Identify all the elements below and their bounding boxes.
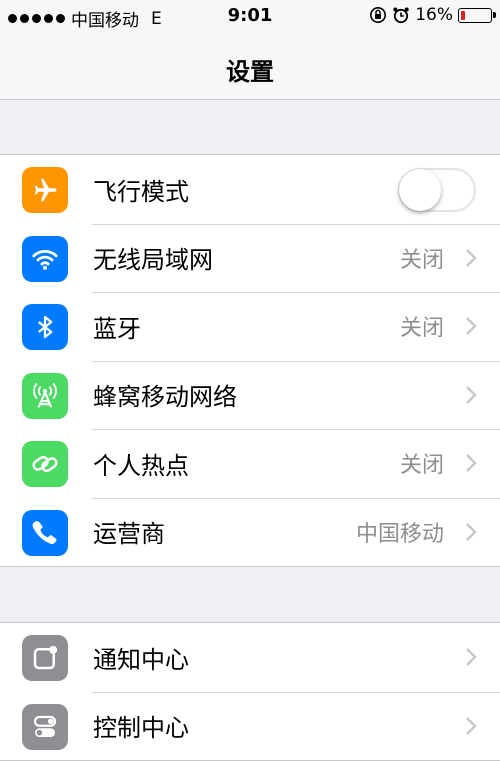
carrier-value: 中国移动	[355, 521, 444, 547]
carrier-label: 运营商	[93, 520, 165, 549]
wifi-status: 关闭	[399, 247, 444, 273]
toggle-knob	[399, 169, 441, 211]
alarm-clock-icon	[393, 7, 409, 24]
personal-hotspot-status: 关闭	[399, 453, 444, 479]
control-center-label: 控制中心	[93, 714, 189, 743]
chevron-right-icon	[466, 317, 477, 335]
settings-row-bluetooth[interactable]: 蓝牙 关闭	[0, 292, 500, 361]
notification-center-label: 通知中心	[93, 645, 189, 674]
status-bar: 中国移动 E 9:01 16%	[0, 0, 500, 34]
battery-percent: 16%	[415, 5, 453, 25]
chevron-right-icon	[466, 716, 477, 735]
chevron-right-icon	[466, 454, 477, 472]
hotspot-icon	[22, 441, 68, 487]
settings-row-airplane-mode[interactable]: 飞行模式	[0, 155, 500, 224]
status-right: 16%	[369, 5, 496, 25]
cellular-icon	[22, 372, 68, 419]
notifications-icon	[22, 635, 68, 681]
page-title: 设置	[226, 58, 274, 86]
settings-group-system: 通知中心 控制中心	[0, 622, 500, 761]
settings-group-connectivity: 飞行模式 无线局域网 关闭 蓝牙 关闭 蜂窝移动网络 个人热点 关闭 运营商 中…	[0, 154, 500, 567]
battery-level-fill	[461, 10, 465, 20]
airplane-icon	[22, 167, 68, 213]
cellular-label: 蜂窝移动网络	[93, 383, 237, 412]
airplane-mode-label: 飞行模式	[93, 177, 189, 206]
bluetooth-icon	[22, 304, 68, 350]
settings-row-notification-center[interactable]: 通知中心	[0, 623, 500, 692]
chevron-right-icon	[466, 522, 477, 541]
airplane-mode-toggle[interactable]	[398, 168, 476, 212]
settings-row-carrier[interactable]: 运营商 中国移动	[0, 497, 500, 567]
control-center-icon	[22, 703, 68, 750]
bluetooth-label: 蓝牙	[93, 314, 141, 343]
navigation-bar: 设置	[0, 34, 500, 100]
settings-row-cellular[interactable]: 蜂窝移动网络	[0, 360, 500, 430]
phone-icon	[22, 509, 68, 556]
settings-row-personal-hotspot[interactable]: 个人热点 关闭	[0, 429, 500, 498]
personal-hotspot-label: 个人热点	[93, 451, 189, 480]
chevron-right-icon	[466, 248, 477, 267]
settings-row-wifi[interactable]: 无线局域网 关闭	[0, 223, 500, 293]
wifi-icon	[22, 235, 68, 282]
chevron-right-icon	[466, 648, 477, 666]
orientation-lock-icon	[370, 7, 387, 23]
bluetooth-status: 关闭	[399, 316, 444, 342]
battery-icon	[458, 7, 496, 23]
wifi-label: 无线局域网	[93, 246, 213, 275]
chevron-right-icon	[466, 385, 477, 404]
